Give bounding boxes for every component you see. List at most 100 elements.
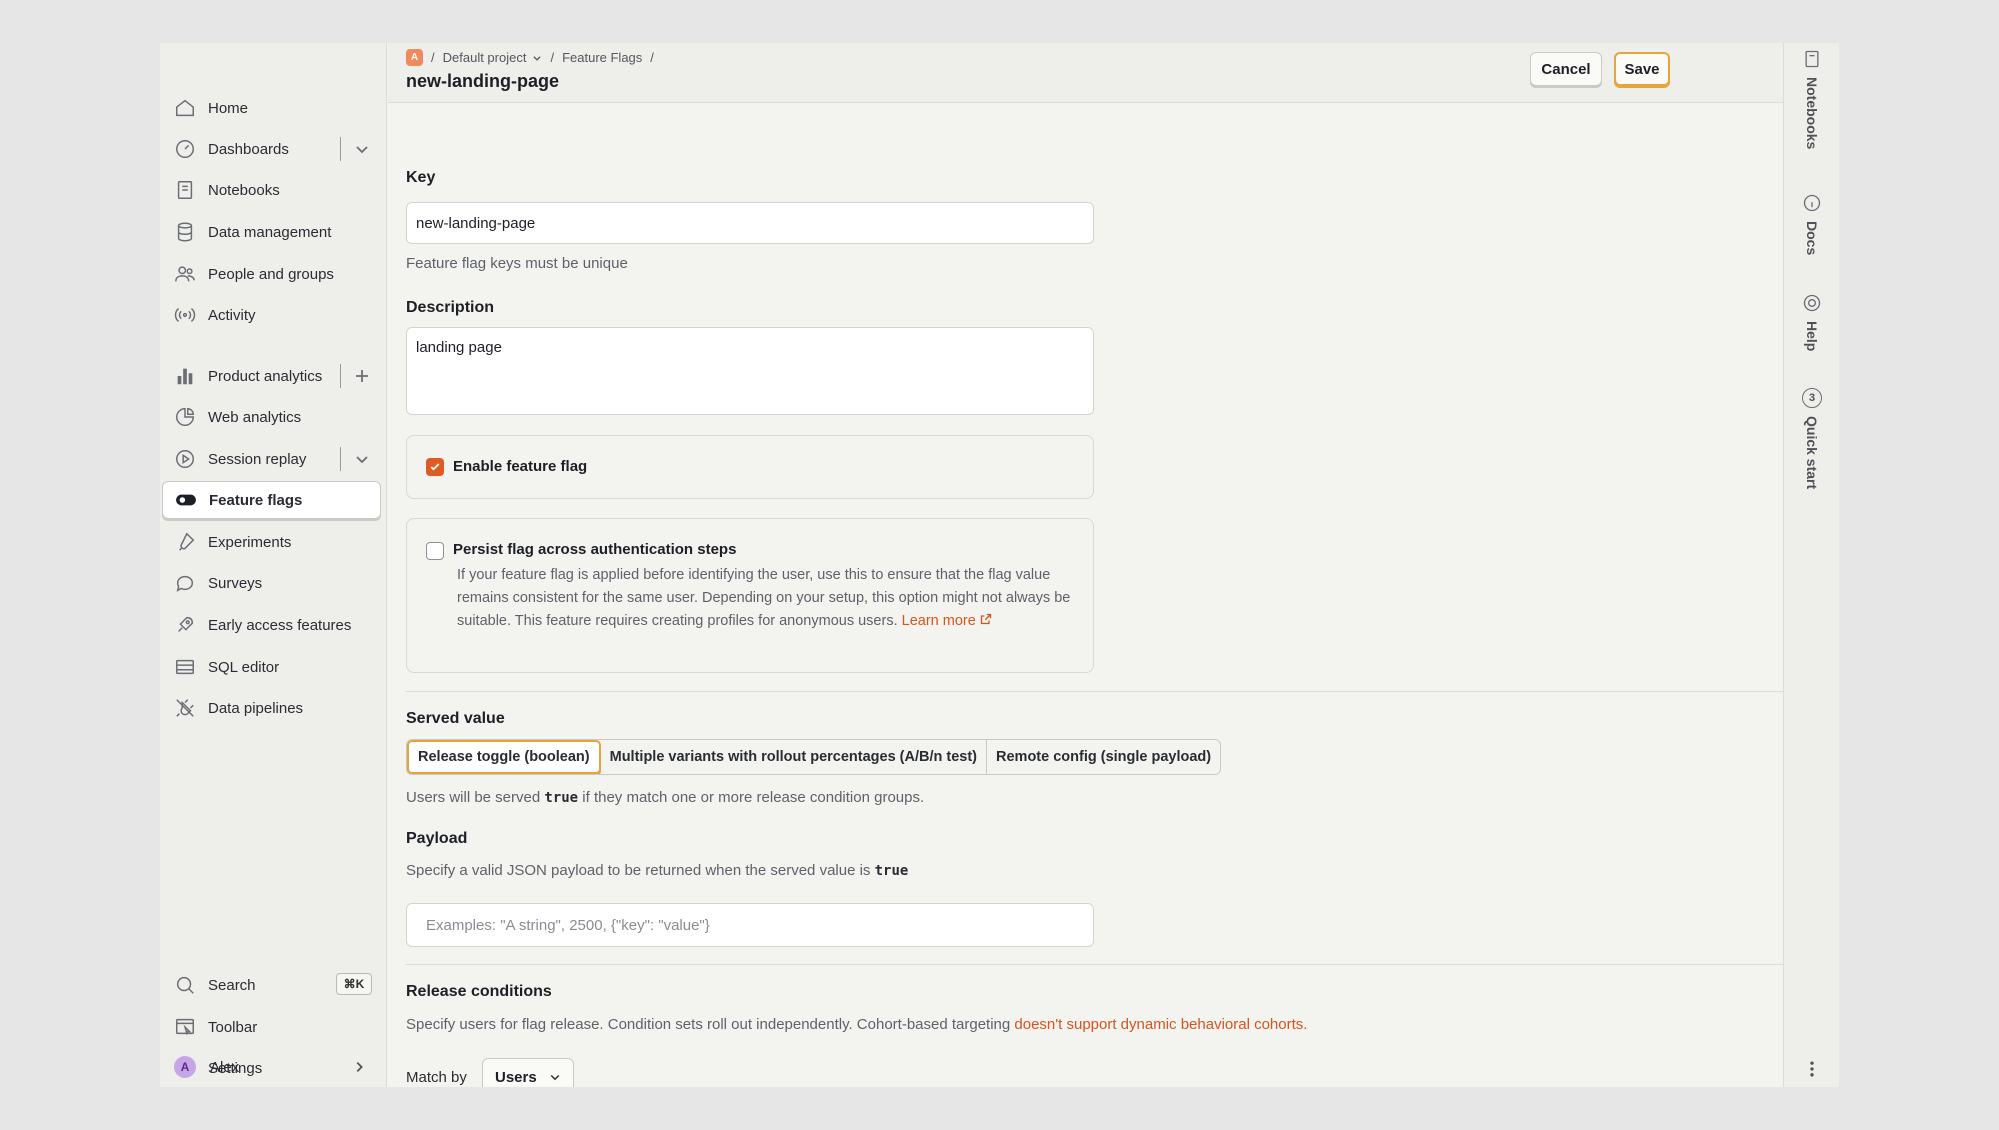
sidebar-item-people[interactable]: People and groups	[162, 255, 381, 293]
activity-icon	[172, 304, 198, 326]
app-window: Home Dashboards Notebooks Data managemen…	[160, 43, 1839, 1087]
page-header: A / Default project / Feature Flags / ne…	[388, 43, 1783, 103]
sidebar-item-label: Product analytics	[208, 367, 323, 385]
rail-help[interactable]: Help	[1794, 293, 1830, 351]
save-button[interactable]: Save	[1614, 52, 1670, 86]
sidebar-item-surveys[interactable]: Surveys	[162, 564, 381, 602]
breadcrumb-project[interactable]: Default project	[443, 50, 543, 65]
sidebar-item-label: Toolbar	[208, 1018, 258, 1036]
sidebar-item-label: Dashboards	[208, 140, 289, 158]
pie-chart-icon	[172, 406, 198, 428]
flask-icon	[172, 531, 198, 553]
served-help-pre: Users will be served	[406, 789, 541, 806]
enable-flag-label: Enable feature flag	[453, 458, 588, 475]
sidebar-item-web-analytics[interactable]: Web analytics	[162, 398, 381, 436]
sidebar-item-product-analytics[interactable]: Product analytics	[162, 357, 381, 395]
user-name: Alex	[210, 1058, 240, 1076]
page-title: new-landing-page	[406, 71, 559, 91]
sidebar-item-dashboards[interactable]: Dashboards	[162, 130, 381, 168]
sidebar-item-home[interactable]: Home	[162, 89, 381, 127]
plus-icon	[356, 370, 368, 382]
payload-help-code: true	[874, 863, 909, 879]
sidebar-item-data-management[interactable]: Data management	[162, 213, 381, 251]
chevron-right-icon	[356, 1062, 363, 1072]
breadcrumb-separator: /	[650, 50, 654, 65]
dashboards-expand-button[interactable]	[352, 139, 372, 159]
database-icon	[172, 221, 198, 243]
sidebar-item-label: Data management	[208, 223, 332, 241]
release-conditions-help: Specify users for flag release. Conditio…	[406, 1016, 1307, 1033]
cancel-button[interactable]: Cancel	[1530, 52, 1602, 86]
plug-icon	[172, 697, 198, 719]
chat-bubble-icon	[172, 572, 198, 594]
served-option-release-toggle[interactable]: Release toggle (boolean)	[407, 740, 601, 774]
enable-flag-checkbox[interactable]	[426, 458, 444, 476]
sidebar-item-activity[interactable]: Activity	[162, 296, 381, 334]
section-divider	[406, 964, 1783, 965]
learn-more-link[interactable]: Learn more	[902, 613, 992, 629]
sidebar-item-data-pipelines[interactable]: Data pipelines	[162, 689, 381, 727]
sql-table-icon	[172, 656, 198, 678]
breadcrumb: A / Default project / Feature Flags /	[406, 49, 654, 66]
release-help-text: Specify users for flag release. Conditio…	[406, 1016, 1011, 1033]
served-value-label: Served value	[406, 710, 505, 727]
new-insight-button[interactable]	[352, 366, 372, 386]
served-option-remote-config[interactable]: Remote config (single payload)	[987, 740, 1220, 774]
chevron-down-icon	[550, 1074, 559, 1081]
key-help: Feature flag keys must be unique	[406, 255, 628, 272]
check-icon	[430, 463, 440, 471]
nav-separator	[340, 137, 341, 161]
breadcrumb-project-label: Default project	[442, 50, 527, 65]
served-value-segmented-control: Release toggle (boolean) Multiple varian…	[406, 739, 1222, 775]
toggle-icon	[173, 489, 199, 511]
match-by-label: Match by	[406, 1069, 467, 1086]
served-help-post: if they match one or more release condit…	[582, 789, 925, 806]
learn-more-text: Learn more	[901, 613, 976, 629]
session-replay-expand-button[interactable]	[352, 449, 372, 469]
rail-quick-start[interactable]: 3 Quick start	[1794, 388, 1830, 489]
chevron-down-icon	[356, 146, 368, 154]
sidebar-item-label: Experiments	[208, 533, 292, 551]
sidebar-item-label: Session replay	[208, 450, 307, 468]
breadcrumb-separator: /	[431, 50, 435, 65]
rail-docs[interactable]: Docs	[1794, 193, 1830, 255]
sidebar-item-label: Data pipelines	[208, 699, 304, 717]
home-icon	[172, 97, 198, 119]
sidebar-item-session-replay[interactable]: Session replay	[162, 440, 381, 478]
toolbar-icon	[172, 1016, 198, 1038]
sidebar-item-label: Activity	[208, 306, 256, 324]
sidebar-item-label: Notebooks	[208, 181, 280, 199]
sidebar-item-notebooks[interactable]: Notebooks	[162, 171, 381, 209]
external-link-icon	[980, 613, 991, 625]
match-by-select[interactable]: Users	[482, 1058, 574, 1087]
sidebar-item-label: SQL editor	[208, 658, 280, 676]
rail-notebooks[interactable]: Notebooks	[1794, 49, 1830, 149]
breadcrumb-section[interactable]: Feature Flags	[562, 50, 642, 65]
persist-flag-card: Persist flag across authentication steps…	[406, 518, 1094, 673]
sidebar-item-label: Home	[208, 99, 249, 117]
description-label: Description	[406, 299, 495, 316]
served-option-multivariate[interactable]: Multiple variants with rollout percentag…	[601, 740, 988, 774]
sidebar-item-label: Search	[208, 976, 256, 994]
sidebar-item-experiments[interactable]: Experiments	[162, 523, 381, 561]
rail-more-button[interactable]	[1794, 1059, 1830, 1079]
nav-separator	[340, 364, 341, 388]
sidebar-item-feature-flags[interactable]: Feature flags	[162, 481, 381, 519]
behavioral-cohorts-link[interactable]: doesn't support dynamic behavioral cohor…	[1014, 1016, 1307, 1033]
right-side-panel-rail: Notebooks Docs Help 3 Quick start	[1783, 43, 1839, 1087]
key-input[interactable]: new-landing-page	[406, 202, 1094, 244]
replay-icon	[172, 448, 198, 470]
sidebar-item-toolbar[interactable]: Toolbar	[162, 1008, 381, 1046]
sidebar-item-label: Web analytics	[208, 408, 302, 426]
description-textarea[interactable]: landing page	[406, 327, 1094, 415]
payload-input[interactable]: Examples: "A string", 2500, {"key": "val…	[406, 903, 1094, 947]
sidebar-item-sql-editor[interactable]: SQL editor	[162, 648, 381, 686]
persist-flag-checkbox[interactable]	[426, 542, 444, 560]
payload-help-pre: Specify a valid JSON payload to be retur…	[406, 862, 871, 879]
match-by-value: Users	[495, 1068, 537, 1086]
breadcrumb-separator: /	[550, 50, 555, 65]
sidebar-item-early-access[interactable]: Early access features	[162, 606, 381, 644]
sidebar-item-user[interactable]: A Alex	[162, 1048, 381, 1086]
release-conditions-label: Release conditions	[406, 983, 552, 1000]
rail-notebooks-label: Notebooks	[1804, 77, 1820, 150]
